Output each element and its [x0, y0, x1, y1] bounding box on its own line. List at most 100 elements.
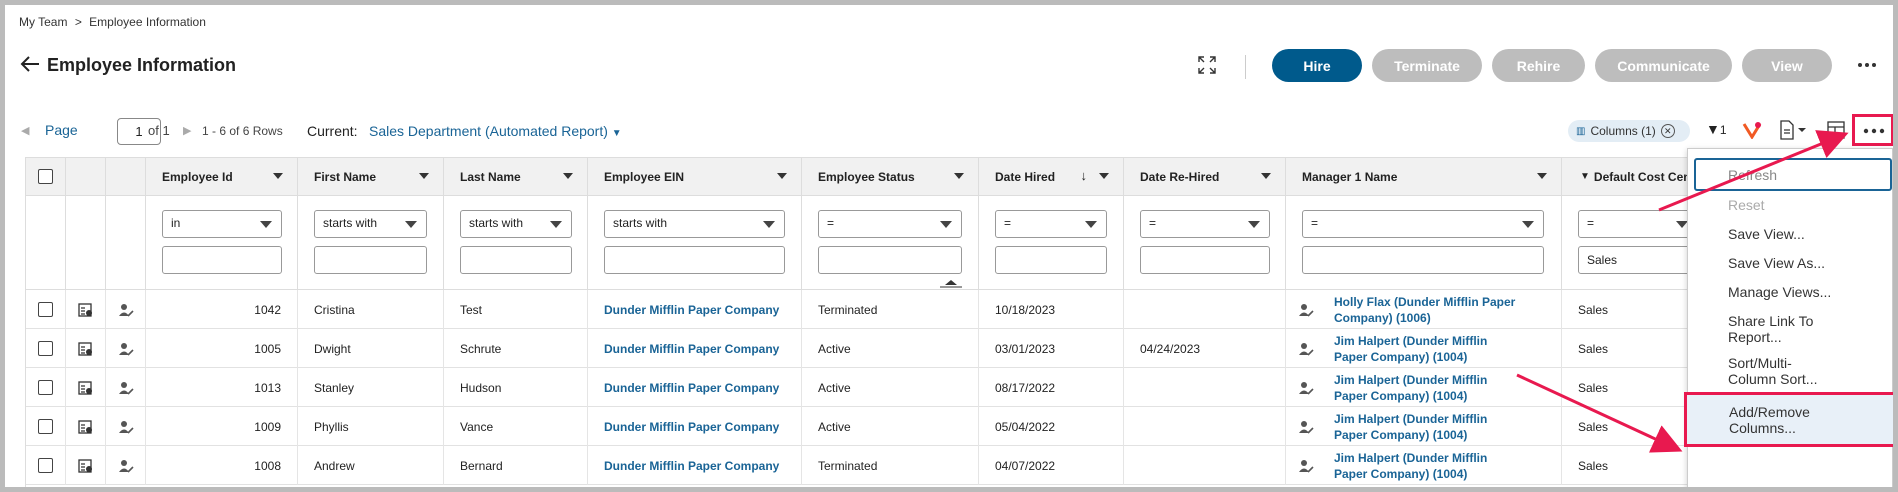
employee-card-icon[interactable]: [66, 407, 106, 446]
employee-status-cell: Terminated: [802, 290, 979, 329]
row-checkbox[interactable]: [38, 419, 53, 434]
row-select-cell: [26, 407, 66, 446]
column-menu-icon[interactable]: [777, 173, 787, 179]
employee-ein-link[interactable]: Dunder Mifflin Paper Company: [588, 407, 802, 446]
current-view-dropdown[interactable]: Sales Department (Automated Report) ▼: [369, 123, 622, 139]
table-row[interactable]: 1013 Stanley Hudson Dunder Mifflin Paper Co…: [26, 368, 1893, 407]
menu-item-save-view-as[interactable]: Save View As...: [1688, 255, 1893, 271]
column-menu-icon[interactable]: [1537, 173, 1547, 179]
col-employee-status[interactable]: Employee Status: [802, 157, 979, 196]
col-first-name[interactable]: First Name: [298, 157, 444, 196]
col-date-rehired[interactable]: Date Re-Hired: [1124, 157, 1286, 196]
breadcrumb-employee-information: Employee Information: [89, 15, 206, 29]
edit-person-icon[interactable]: [106, 446, 146, 485]
col-employee-id[interactable]: Employee Id: [146, 157, 298, 196]
filter-operator-select[interactable]: starts with: [604, 210, 785, 238]
manager-1-name-link[interactable]: Jim Halpert (Dunder Mifflin Paper Company…: [1286, 368, 1562, 407]
employee-ein-link[interactable]: Dunder Mifflin Paper Company: [588, 446, 802, 485]
filter-value-input[interactable]: [604, 246, 785, 274]
filter-icon[interactable]: ▼1: [1706, 121, 1727, 137]
column-menu-icon[interactable]: [563, 173, 573, 179]
filter-operator-select[interactable]: in: [162, 210, 282, 238]
edit-person-icon[interactable]: [106, 290, 146, 329]
view-button[interactable]: View: [1742, 49, 1832, 82]
col-date-hired[interactable]: Date Hired ↓: [979, 157, 1124, 196]
columns-filter-chip[interactable]: ▥ Columns (1) ✕: [1568, 120, 1690, 142]
filter-value-input[interactable]: [162, 246, 282, 274]
export-icon[interactable]: [1779, 120, 1809, 140]
brand-logo-icon[interactable]: [1742, 121, 1762, 139]
column-menu-icon[interactable]: [954, 173, 964, 179]
employee-card-icon[interactable]: [66, 290, 106, 329]
employee-ein-link[interactable]: Dunder Mifflin Paper Company: [588, 368, 802, 407]
select-all-checkbox[interactable]: [38, 169, 53, 184]
edit-person-icon[interactable]: [106, 407, 146, 446]
communicate-button[interactable]: Communicate: [1595, 49, 1732, 82]
edit-person-icon[interactable]: [106, 368, 146, 407]
col-employee-ein[interactable]: Employee EIN: [588, 157, 802, 196]
column-menu-icon[interactable]: [1261, 173, 1271, 179]
filter-value-input[interactable]: [460, 246, 572, 274]
rehire-button[interactable]: Rehire: [1492, 49, 1585, 82]
table-row[interactable]: 1008 Andrew Bernard Dunder Mifflin Paper Co…: [26, 446, 1893, 485]
breadcrumb-my-team[interactable]: My Team: [19, 15, 67, 29]
employee-status-cell: Active: [802, 368, 979, 407]
table-row[interactable]: 1009 Phyllis Vance Dunder Mifflin Paper Com…: [26, 407, 1893, 446]
filter-operator-select[interactable]: =: [995, 210, 1107, 238]
filter-value-input[interactable]: [995, 246, 1107, 274]
employee-card-icon[interactable]: [66, 368, 106, 407]
terminate-button[interactable]: Terminate: [1372, 49, 1482, 82]
manager-person-icon: [1299, 460, 1314, 473]
filter-operator-select[interactable]: =: [1140, 210, 1270, 238]
employee-card-icon[interactable]: [66, 329, 106, 368]
layout-icon[interactable]: [1827, 120, 1845, 140]
menu-item-reset[interactable]: Reset: [1688, 197, 1893, 213]
row-checkbox[interactable]: [38, 341, 53, 356]
collapse-filters-icon[interactable]: [938, 277, 964, 288]
row-checkbox[interactable]: [38, 302, 53, 317]
col-manager-1-name[interactable]: Manager 1 Name: [1286, 157, 1562, 196]
employee-ein-link[interactable]: Dunder Mifflin Paper Company: [588, 290, 802, 329]
hire-button[interactable]: Hire: [1272, 49, 1362, 82]
menu-item-save-view[interactable]: Save View...: [1688, 226, 1893, 242]
manager-1-name-link[interactable]: Jim Halpert (Dunder Mifflin Paper Company…: [1286, 329, 1562, 368]
table-row[interactable]: 1042 Cristina Test Dunder Mifflin Paper Com…: [26, 290, 1893, 329]
menu-item-manage-views[interactable]: Manage Views...: [1688, 284, 1893, 300]
expand-icon[interactable]: [1197, 55, 1217, 75]
more-options-button[interactable]: [1852, 114, 1893, 146]
filter-value-input[interactable]: [314, 246, 427, 274]
employee-id-cell: 1008: [146, 446, 298, 485]
col-last-name[interactable]: Last Name: [444, 157, 588, 196]
edit-person-icon[interactable]: [106, 329, 146, 368]
filter-operator-select[interactable]: starts with: [460, 210, 572, 238]
row-select-cell: [26, 368, 66, 407]
menu-item-sort[interactable]: Sort/Multi- Column Sort...: [1688, 355, 1893, 387]
manager-1-name-link[interactable]: Jim Halpert (Dunder Mifflin Paper Company…: [1286, 446, 1562, 485]
pager-next-icon[interactable]: ▶: [183, 123, 191, 137]
menu-item-refresh[interactable]: Refresh: [1694, 158, 1892, 191]
filter-operator-select[interactable]: starts with: [314, 210, 427, 238]
pager-prev-icon[interactable]: ◀: [21, 123, 29, 137]
filter-value-input[interactable]: [818, 246, 962, 274]
filter-value-input[interactable]: Sales: [1578, 246, 1698, 274]
column-menu-icon[interactable]: [419, 173, 429, 179]
row-checkbox[interactable]: [38, 380, 53, 395]
employee-card-icon[interactable]: [66, 446, 106, 485]
menu-item-share-link[interactable]: Share Link To Report...: [1688, 313, 1893, 345]
back-arrow-icon[interactable]: [19, 54, 41, 74]
filter-operator-select[interactable]: =: [1302, 210, 1544, 238]
table-row[interactable]: 1005 Dwight Schrute Dunder Mifflin Paper Co…: [26, 329, 1893, 368]
employee-ein-link[interactable]: Dunder Mifflin Paper Company: [588, 329, 802, 368]
row-checkbox[interactable]: [38, 458, 53, 473]
column-menu-icon[interactable]: [1099, 173, 1109, 179]
manager-1-name-link[interactable]: Jim Halpert (Dunder Mifflin Paper Company…: [1286, 407, 1562, 446]
menu-item-add-remove-columns[interactable]: Add/Remove Columns...: [1684, 392, 1893, 447]
filter-value-input[interactable]: [1302, 246, 1544, 274]
column-menu-icon[interactable]: [273, 173, 283, 179]
filter-operator-select[interactable]: =: [818, 210, 962, 238]
filter-value-input[interactable]: [1140, 246, 1270, 274]
close-chip-icon[interactable]: ✕: [1660, 124, 1675, 138]
manager-1-name-link[interactable]: Holly Flax (Dunder Mifflin Paper Company)…: [1286, 290, 1562, 329]
filter-operator-select[interactable]: =: [1578, 210, 1698, 238]
more-icon[interactable]: [1855, 57, 1879, 73]
